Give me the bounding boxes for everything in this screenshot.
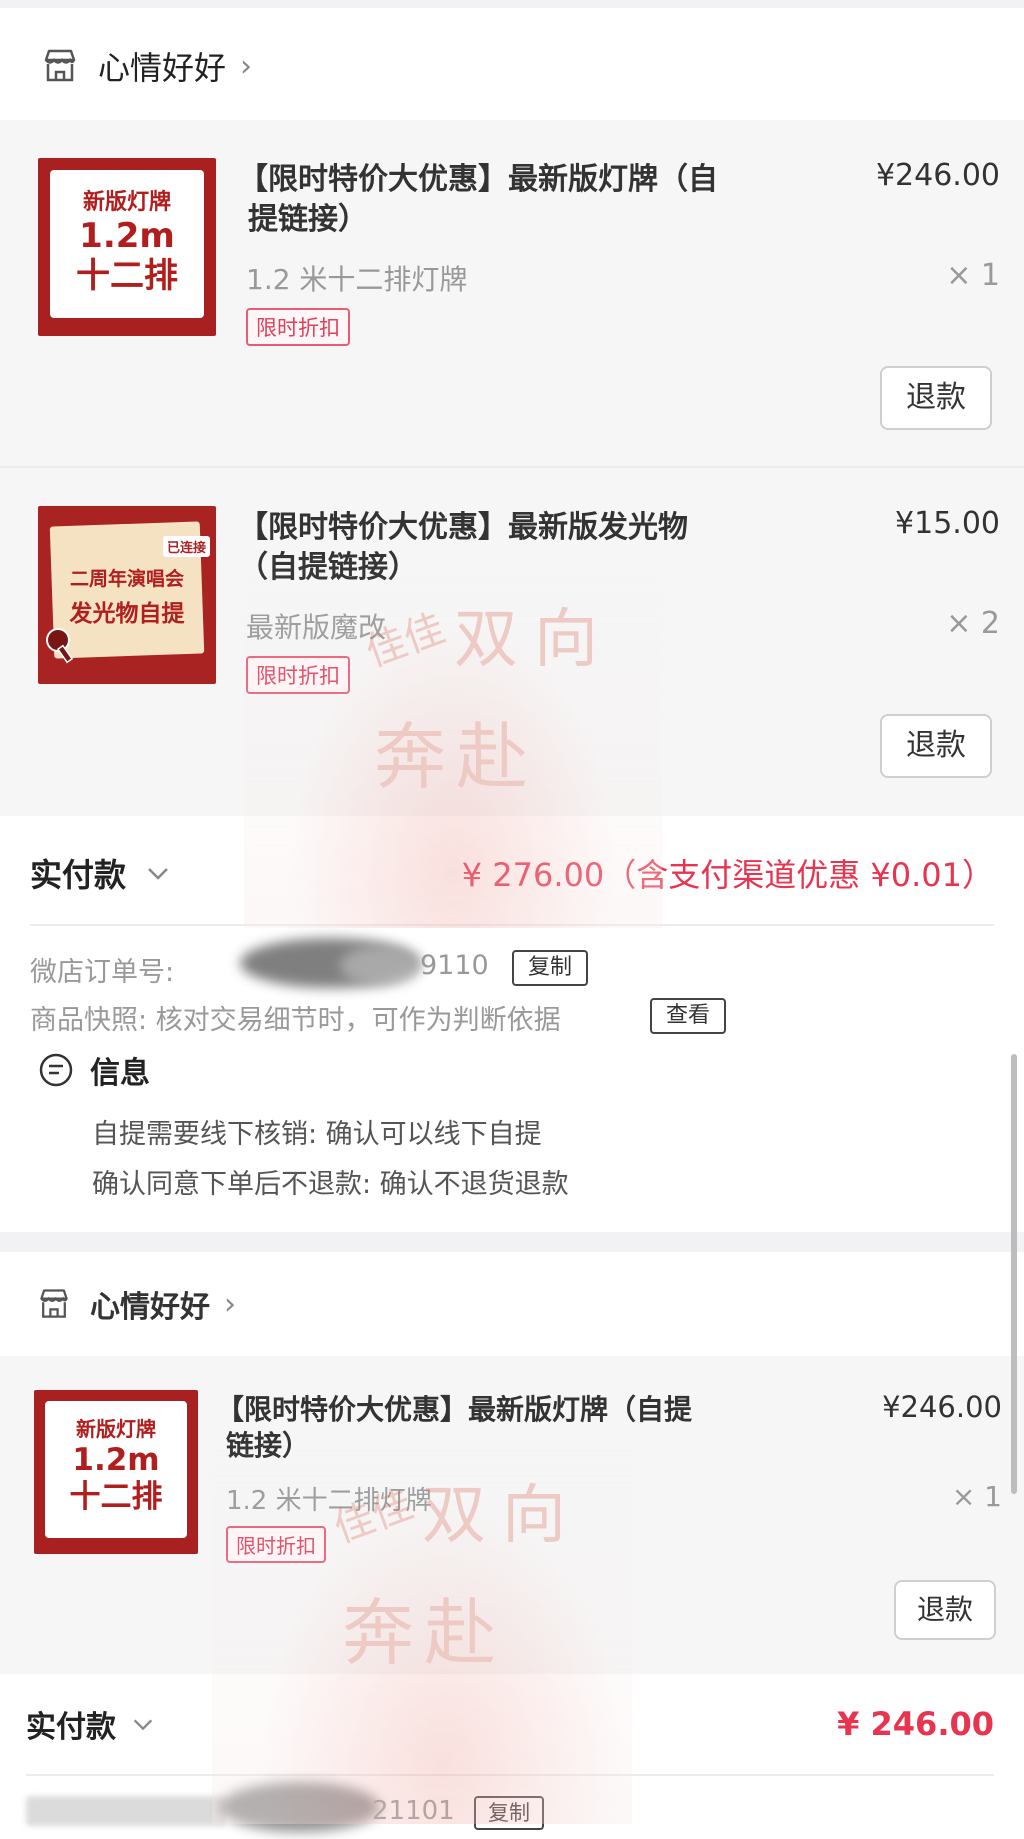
thumb-text: 发光物自提 [69, 601, 185, 627]
product-title[interactable]: 【限时特价大优惠】最新版灯牌（自 提链接） [238, 160, 758, 240]
paid-amount: ¥ 276.00（含支付渠道优惠 ¥0.01） [461, 856, 994, 894]
shop-name: 心情好好 [98, 49, 227, 87]
chevron-right-icon: › [240, 48, 253, 84]
thumb-text: 十二排 [76, 256, 178, 296]
discount-tag: 限时折扣 [246, 656, 350, 694]
thumb-text: 1.2m [79, 216, 175, 256]
product-spec: 最新版魔改 [246, 611, 387, 644]
paid-label: 实付款 [30, 856, 127, 894]
refund-button[interactable]: 退款 [894, 1580, 996, 1640]
store-icon [44, 49, 76, 82]
divider [26, 1774, 994, 1776]
redacted-order-number [340, 946, 420, 986]
order-number-label: 微店订单号: [30, 957, 175, 988]
thumb-text: 新版灯牌 [76, 1417, 156, 1441]
product-price: ¥15.00 [895, 506, 1000, 541]
snapshot-text: 商品快照: 核对交易细节时，可作为判断依据 [30, 1005, 561, 1036]
glow-stick-icon [46, 628, 74, 664]
info-icon [39, 1053, 73, 1087]
order-number-suffix: 21101 [372, 1796, 455, 1826]
chevron-down-icon [148, 868, 168, 880]
discount-tag: 限时折扣 [246, 308, 350, 346]
copy-button[interactable]: 复制 [474, 1796, 544, 1830]
product-title[interactable]: 【限时特价大优惠】最新版灯牌（自提 链接） [216, 1392, 736, 1464]
product-quantity: × 1 [946, 258, 1000, 293]
paid-amount: ¥ 246.00 [837, 1705, 994, 1743]
product-thumbnail[interactable]: 新版灯牌 1.2m 十二排 [38, 158, 216, 336]
paid-label: 实付款 [26, 1710, 116, 1745]
product-quantity: × 1 [951, 1480, 1002, 1513]
discount-tag: 限时折扣 [226, 1526, 326, 1563]
product-spec: 1.2 米十二排灯牌 [226, 1486, 432, 1516]
product-price: ¥246.00 [875, 158, 1000, 193]
shop-name: 心情好好 [90, 1290, 210, 1325]
refund-button[interactable]: 退款 [880, 366, 992, 430]
paid-total-row[interactable]: 实付款 ¥ 276.00（含支付渠道优惠 ¥0.01） [30, 848, 994, 898]
redacted-order-number [26, 1796, 226, 1826]
thumb-text: 新版灯牌 [82, 190, 171, 215]
thumb-text: 十二排 [69, 1479, 163, 1515]
info-line: 自提需要线下核销: 确认可以线下自提 [92, 1119, 542, 1150]
info-header: 信息 [36, 1048, 150, 1092]
chevron-right-icon: › [224, 1286, 236, 1322]
shop-header-1[interactable]: 心情好好 › [40, 42, 252, 90]
product-title-line: 链接） [226, 1429, 311, 1462]
product-title[interactable]: 【限时特价大优惠】最新版发光物 （自提链接） [238, 508, 758, 588]
refund-button[interactable]: 退款 [880, 714, 992, 778]
thumb-badge: 已连接 [162, 536, 210, 557]
shop-header-2[interactable]: 心情好好 › [36, 1282, 236, 1326]
order-number-suffix: 9110 [420, 950, 489, 981]
product-title-line: （自提链接） [238, 550, 418, 585]
product-thumbnail[interactable]: 已连接 二周年演唱会 发光物自提 [38, 506, 216, 684]
divider [30, 924, 994, 926]
product-title-line: 提链接） [248, 202, 368, 237]
product-title-line: 【限时特价大优惠】最新版灯牌（自提 [216, 1393, 693, 1426]
product-price: ¥246.00 [882, 1390, 1002, 1424]
scrollbar[interactable] [1011, 1054, 1017, 1494]
product-quantity: × 2 [946, 606, 1000, 641]
info-line: 确认同意下单后不退款: 确认不退货退款 [92, 1169, 569, 1200]
thumb-text: 1.2m [72, 1442, 160, 1478]
paid-total-row[interactable]: 实付款 ¥ 246.00 [26, 1700, 994, 1748]
info-title: 信息 [90, 1056, 150, 1091]
product-spec: 1.2 米十二排灯牌 [246, 263, 468, 296]
copy-button[interactable]: 复制 [512, 950, 588, 986]
thumb-text: 二周年演唱会 [69, 568, 184, 590]
product-title-line: 【限时特价大优惠】最新版发光物 [238, 510, 688, 545]
view-snapshot-button[interactable]: 查看 [650, 998, 726, 1034]
product-thumbnail[interactable]: 新版灯牌 1.2m 十二排 [34, 1390, 198, 1554]
chevron-down-icon [133, 1719, 153, 1731]
store-icon [40, 1289, 68, 1318]
product-title-line: 【限时特价大优惠】最新版灯牌（自 [238, 162, 718, 197]
redacted-order-number [220, 1782, 380, 1832]
